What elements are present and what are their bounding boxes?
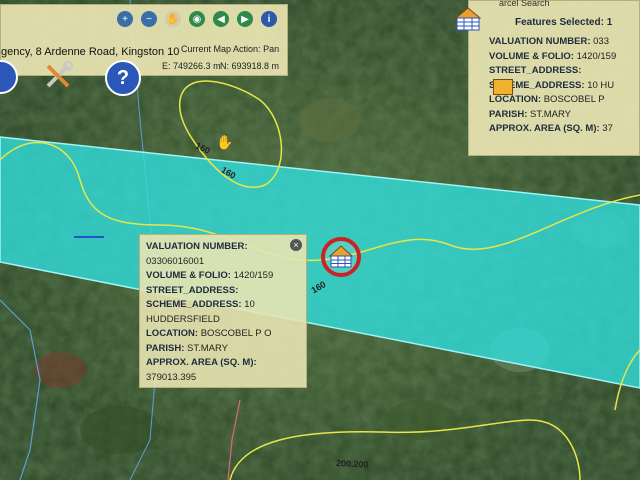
next-extent-icon[interactable]: ▶ — [237, 11, 253, 27]
popup-valuation-value: 03306016001 — [146, 255, 205, 267]
map-action-value: Pan — [263, 44, 280, 54]
features-selected-panel: arcel Search Features Selected: 1 VALUAT… — [468, 0, 640, 156]
popup-volume: VOLUME & FOLIO: 1420/159 — [146, 270, 274, 281]
previous-extent-icon[interactable]: ◀ — [213, 11, 229, 27]
zoom-in-icon[interactable]: + — [117, 11, 133, 27]
features-field-area: APPROX. AREA (SQ. M): 37 — [489, 123, 613, 134]
contour-label-200: 200.200 — [335, 458, 369, 470]
features-field-parish: PARISH: ST.MARY — [489, 108, 572, 120]
parcel-search-icon[interactable] — [452, 6, 482, 32]
parcel-marker-icon[interactable] — [320, 236, 362, 278]
features-selected-title: Features Selected: 1 — [515, 17, 613, 28]
east-coordinate: E: 749266.3 m — [162, 61, 221, 71]
help-icon[interactable]: ? — [105, 60, 141, 96]
map-view[interactable]: 160 160 160 200.200 + − ✋ ◉ ◀ ▶ i gency,… — [0, 0, 640, 480]
popup-location: LOCATION: BOSCOBEL P O — [146, 328, 272, 339]
tools-icon[interactable] — [42, 60, 74, 92]
popup-street: STREET_ADDRESS: — [146, 284, 239, 296]
popup-parish: PARISH: ST.MARY — [146, 342, 229, 354]
parcel-result-icon[interactable] — [493, 79, 513, 95]
info-icon[interactable]: i — [261, 11, 277, 27]
parcel-search-header: arcel Search — [499, 0, 550, 8]
full-extent-icon[interactable]: ◉ — [189, 11, 205, 27]
features-field-street: STREET_ADDRESS: — [489, 65, 582, 76]
parcel-info-popup: × VALUATION NUMBER: 03306016001 VOLUME &… — [139, 234, 307, 388]
features-field-valuation: VALUATION NUMBER: 033 — [489, 36, 609, 47]
popup-area-label: APPROX. AREA (SQ. M): — [146, 357, 257, 368]
popup-scheme-line2: HUDDERSFIELD — [146, 313, 220, 325]
pan-cursor-icon: ✋ — [216, 134, 234, 150]
features-field-volume: VOLUME & FOLIO: 1420/159 — [489, 50, 617, 62]
pan-hand-icon[interactable]: ✋ — [165, 11, 181, 27]
map-action-label: Current Map Action: Pan — [181, 44, 280, 54]
north-coordinate: N: 693918.8 m — [220, 61, 280, 71]
features-field-location: LOCATION: BOSCOBEL P — [489, 94, 605, 105]
zoom-out-icon[interactable]: − — [141, 11, 157, 27]
close-icon[interactable]: × — [290, 239, 302, 251]
popup-area-value: 379013.395 — [146, 371, 197, 383]
popup-valuation-label: VALUATION NUMBER: — [146, 241, 248, 252]
address-title: gency, 8 Ardenne Road, Kingston 10 — [1, 46, 180, 58]
popup-scheme: SCHEME_ADDRESS: 10 — [146, 299, 255, 310]
